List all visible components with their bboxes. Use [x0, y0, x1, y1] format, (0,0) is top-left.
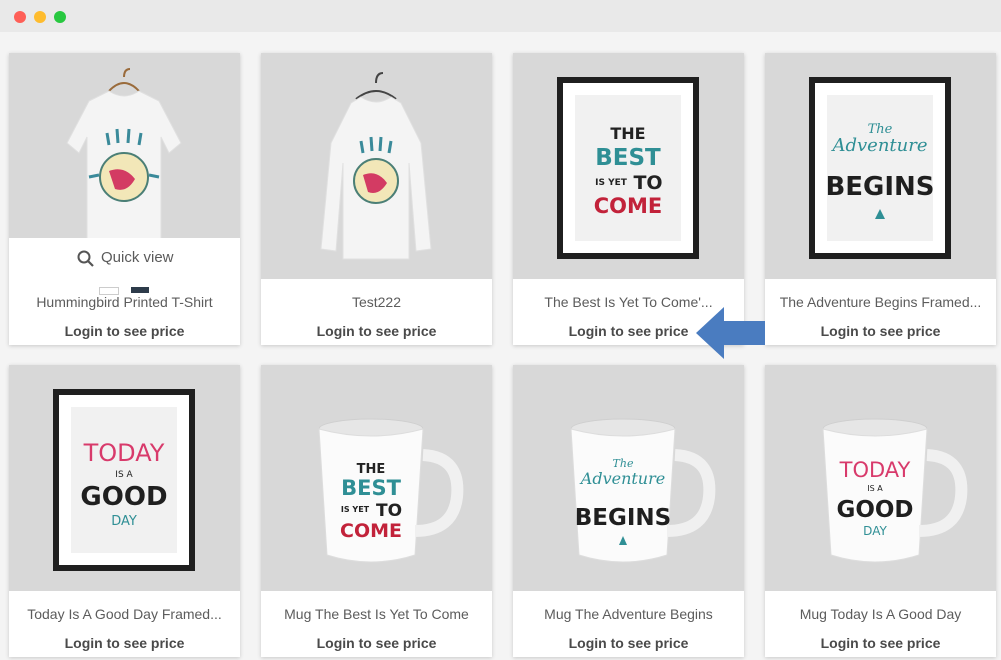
product-price[interactable]: Login to see price	[765, 635, 996, 651]
product-price[interactable]: Login to see price	[261, 323, 492, 339]
poster-image: TODAY IS A GOOD DAY	[53, 389, 195, 571]
poster-text-is-a: IS A	[115, 470, 133, 480]
poster-text-adventure: Adventure	[830, 135, 927, 156]
sweater-image	[320, 72, 432, 260]
product-card[interactable]: TODAY IS A GOOD DAY Mug Today Is A Good …	[765, 365, 996, 657]
product-card[interactable]: The Adventure BEGINS The Adventure Begin…	[765, 53, 996, 345]
close-window-button[interactable]	[14, 11, 26, 23]
poster-text-is-yet: IS YET	[595, 178, 628, 188]
product-grid: Quick view Hummingbird Printed T-Shirt L…	[0, 32, 1001, 660]
poster-text-begins: BEGINS	[825, 172, 934, 202]
mug-image: The Adventure BEGINS	[570, 418, 716, 563]
mug-text-good: GOOD	[836, 497, 913, 523]
mug-text-today: TODAY	[839, 458, 911, 482]
color-swatch-navy[interactable]	[131, 287, 149, 293]
mug-text-is-yet: IS YET	[341, 505, 370, 514]
search-icon	[77, 250, 94, 267]
product-name[interactable]: Mug The Best Is Yet To Come	[267, 606, 486, 622]
poster-text-good: GOOD	[80, 482, 167, 512]
product-image[interactable]: TODAY IS A GOOD DAY	[765, 365, 996, 591]
product-name[interactable]: Today Is A Good Day Framed...	[15, 606, 234, 622]
arrow-left-icon	[696, 307, 765, 359]
poster-image: THE BEST IS YET TO COME	[557, 77, 699, 259]
product-name[interactable]: Test222	[267, 294, 486, 310]
maximize-window-button[interactable]	[54, 11, 66, 23]
mug-text-begins: BEGINS	[575, 505, 672, 531]
poster-text-come: COME	[594, 194, 663, 218]
mug-text-to: TO	[376, 501, 402, 521]
product-name[interactable]: The Adventure Begins Framed...	[771, 294, 990, 310]
product-price[interactable]: Login to see price	[9, 323, 240, 339]
quick-view-label: Quick view	[101, 249, 174, 266]
poster-text-day: DAY	[111, 514, 137, 529]
quick-view-button[interactable]: Quick view	[9, 238, 240, 279]
mug-text-come: COME	[340, 520, 402, 542]
product-image[interactable]	[261, 53, 492, 279]
product-image[interactable]: THE BEST IS YET TO COME	[513, 53, 744, 279]
product-price[interactable]: Login to see price	[9, 635, 240, 651]
mug-text-adventure: Adventure	[579, 469, 665, 488]
mug-image: TODAY IS A GOOD DAY	[822, 418, 968, 563]
product-price[interactable]: Login to see price	[261, 635, 492, 651]
product-image[interactable]: The Adventure BEGINS	[513, 365, 744, 591]
mug-text-best: BEST	[341, 476, 401, 500]
poster-text-best: BEST	[595, 145, 661, 171]
mug-text-is-a: IS A	[867, 484, 883, 493]
poster-text-to: TO	[633, 172, 662, 194]
window-titlebar	[0, 0, 1001, 32]
product-image[interactable]: The Adventure BEGINS	[765, 53, 996, 279]
product-card[interactable]: Quick view Hummingbird Printed T-Shirt L…	[9, 53, 240, 345]
product-name[interactable]: Hummingbird Printed T-Shirt	[15, 294, 234, 310]
product-price[interactable]: Login to see price	[765, 323, 996, 339]
product-name[interactable]: Mug The Adventure Begins	[519, 606, 738, 622]
mug-text-day: DAY	[863, 524, 887, 538]
poster-text-today: TODAY	[83, 439, 165, 467]
product-image[interactable]: THE BEST IS YET TO COME	[261, 365, 492, 591]
mug-image: THE BEST IS YET TO COME	[318, 418, 464, 563]
product-card[interactable]: THE BEST IS YET TO COME The Best Is Yet …	[513, 53, 744, 345]
poster-image: The Adventure BEGINS	[809, 77, 951, 259]
product-name[interactable]: Mug Today Is A Good Day	[771, 606, 990, 622]
product-card[interactable]: THE BEST IS YET TO COME Mug The Best Is …	[261, 365, 492, 657]
product-card[interactable]: The Adventure BEGINS Mug The Adventure B…	[513, 365, 744, 657]
product-image[interactable]: Quick view	[9, 53, 240, 279]
poster-text-the: THE	[610, 124, 645, 143]
product-card[interactable]: TODAY IS A GOOD DAY Today Is A Good Day …	[9, 365, 240, 657]
product-image[interactable]: TODAY IS A GOOD DAY	[9, 365, 240, 591]
product-card[interactable]: Test222 Login to see price	[261, 53, 492, 345]
mug-text-the: THE	[357, 462, 386, 477]
minimize-window-button[interactable]	[34, 11, 46, 23]
browser-window: Quick view Hummingbird Printed T-Shirt L…	[0, 0, 1001, 660]
product-price[interactable]: Login to see price	[513, 635, 744, 651]
